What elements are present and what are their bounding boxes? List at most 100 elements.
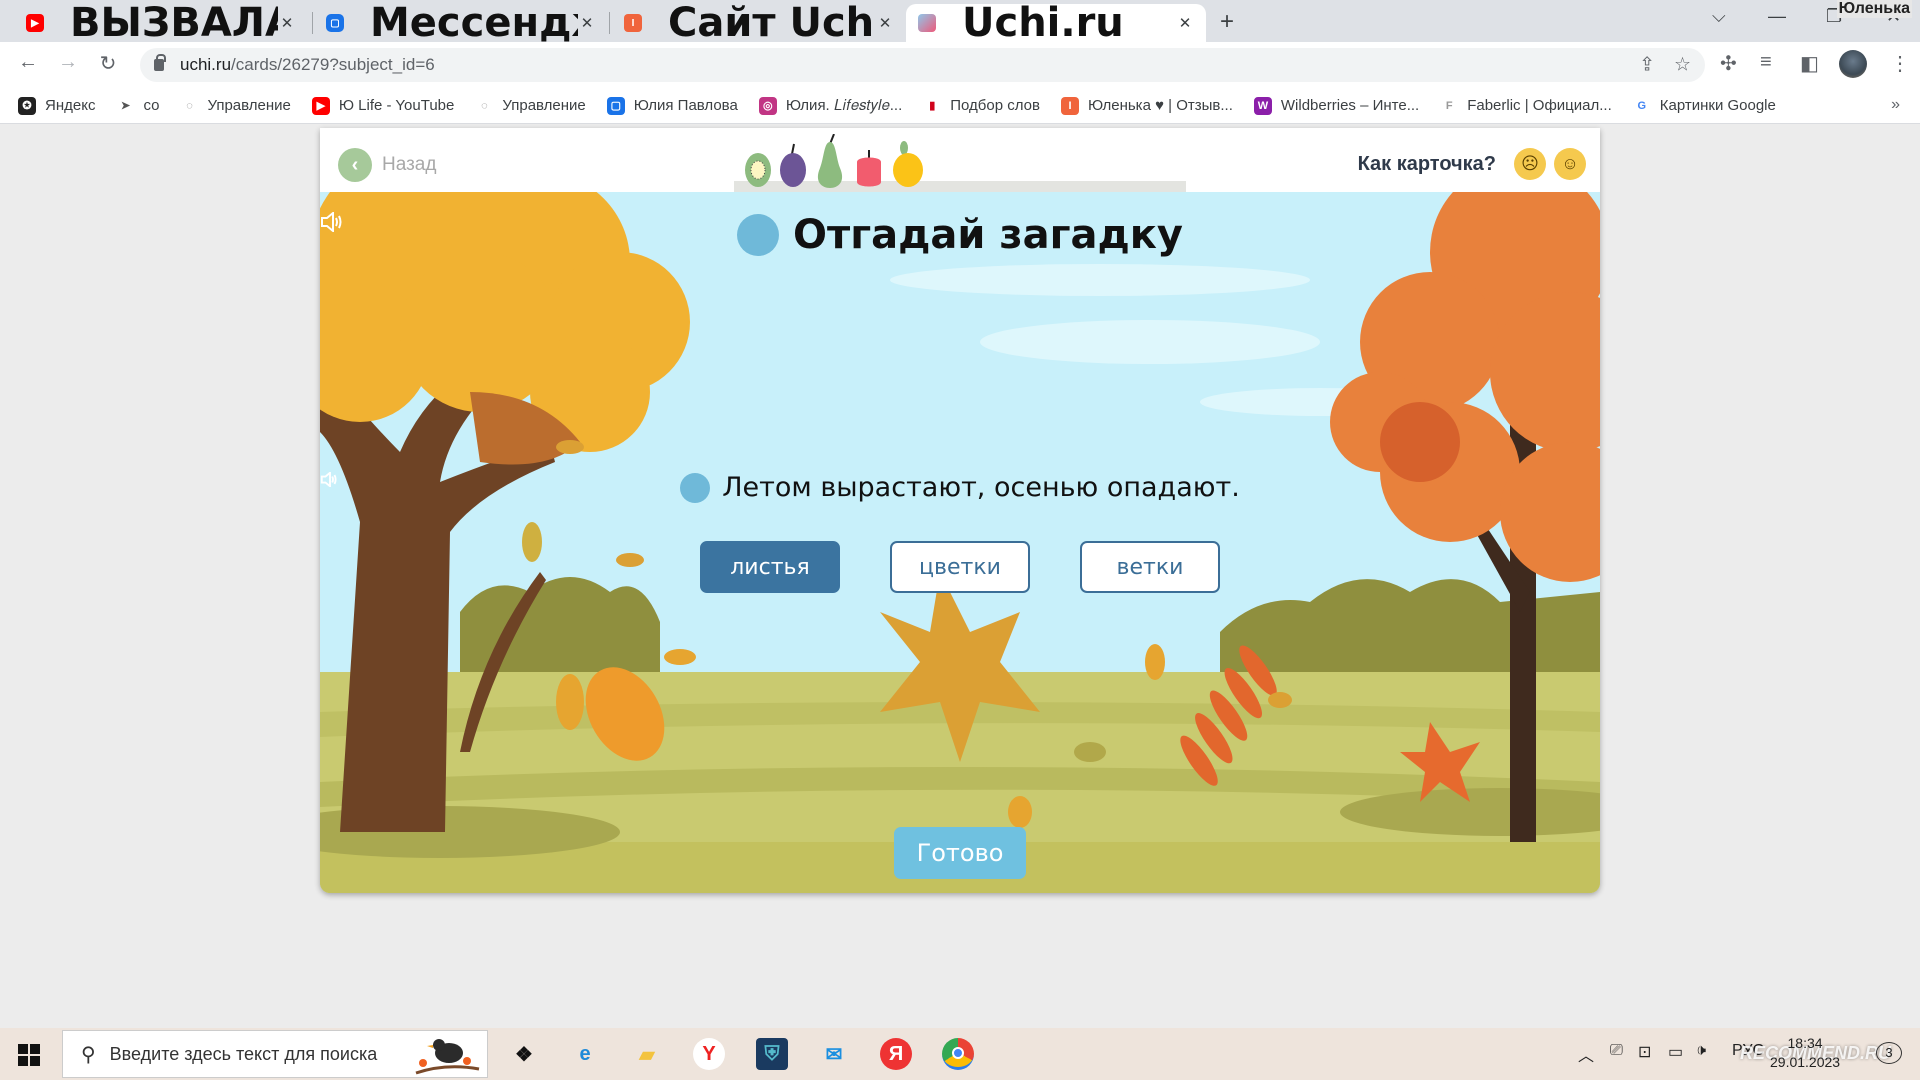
back-arrow-icon[interactable]: ← xyxy=(14,51,42,74)
clock-time: 18:34 xyxy=(1787,1035,1823,1051)
page-title: Отгадай загадку xyxy=(793,212,1183,258)
speaker-icon[interactable] xyxy=(321,212,779,256)
wildberries-icon: W xyxy=(1253,96,1272,115)
tab-title: Мессенджер xyxy=(370,0,578,46)
messenger-icon: ▢ xyxy=(326,14,344,32)
riddle-text: Летом вырастают, осенью опадают. xyxy=(722,472,1240,503)
telegram-icon: ➤ xyxy=(120,100,131,112)
fruit-progress xyxy=(744,134,924,188)
autumn-scene: Отгадай загадку Летом вырастают, осенью … xyxy=(320,192,1600,893)
file-explorer-icon[interactable]: ▰ xyxy=(631,1038,663,1070)
share-icon[interactable]: ⇪ xyxy=(1639,54,1655,77)
google-icon: G xyxy=(1637,99,1647,112)
falling-leaf xyxy=(556,674,584,730)
bookmark-item[interactable]: ▢ Юлия Павлова xyxy=(606,96,738,115)
tab-search-chevron-icon[interactable]: ⌵ xyxy=(1712,6,1726,27)
bookmark-item[interactable]: ▮ Подбор слов xyxy=(923,97,1040,115)
apple-icon xyxy=(857,150,881,187)
answer-button-leaves[interactable]: листья xyxy=(700,541,840,593)
lock-icon xyxy=(154,54,166,71)
tab-uchi-active[interactable]: Uchi.ru ✕ xyxy=(906,0,1206,46)
bookmark-label: Юлия Павлова xyxy=(633,97,738,114)
minimize-icon[interactable]: — xyxy=(1768,6,1786,27)
yandex-browser-icon[interactable]: Y xyxy=(693,1038,725,1070)
bookmark-label: Картинки Google xyxy=(1659,97,1776,114)
bookmark-item[interactable]: ◌ Управление xyxy=(180,97,291,115)
bookmark-label: Faberlic | Официал... xyxy=(1467,97,1612,114)
mail-icon[interactable]: ✉ xyxy=(818,1038,850,1070)
close-tab-icon[interactable]: ✕ xyxy=(1176,14,1194,32)
network-icon[interactable]: ⊡ xyxy=(1638,1042,1651,1062)
sad-face-icon[interactable]: ☹ xyxy=(1514,148,1546,180)
tray-chevron-icon[interactable]: ︿ xyxy=(1578,1042,1594,1066)
falling-leaf xyxy=(1008,796,1032,828)
forward-arrow-icon[interactable]: → xyxy=(54,51,82,74)
bookmarks-overflow-button[interactable]: » xyxy=(1891,96,1900,114)
bookmark-label: Подбор слов xyxy=(950,97,1040,114)
edge-icon[interactable]: e xyxy=(569,1038,601,1070)
close-tab-icon[interactable]: ✕ xyxy=(578,14,596,32)
bookmark-item[interactable]: I Юленька ♥ | Отзыв... xyxy=(1061,96,1233,115)
browser-toolbar: ← → ↻ uchi.ru /cards/26279?subject_id=6 … xyxy=(0,42,1920,88)
menu-dots-icon[interactable]: ⋮ xyxy=(1890,51,1910,76)
clock-date: 29.01.2023 xyxy=(1770,1054,1841,1070)
falling-leaf xyxy=(664,649,696,665)
windows-taskbar: ⚲ Введите здесь текст для поиска ❖ e ▰ Y… xyxy=(0,1028,1920,1080)
bookmark-item[interactable]: ◎ Юлия. 𝐿𝑖𝑓𝑒𝑠𝑡𝑦𝑙𝑒... xyxy=(758,96,902,115)
bookmark-label: Управление xyxy=(502,97,586,114)
bookmark-item[interactable]: ➤ со xyxy=(116,97,160,115)
speaker-icon[interactable] xyxy=(320,472,711,503)
battery-icon[interactable]: ▭ xyxy=(1668,1042,1683,1062)
card-rating: Как карточка? ☹ ☺ xyxy=(1358,148,1586,180)
notification-count[interactable]: 3 xyxy=(1876,1042,1902,1064)
volume-icon[interactable]: 🕩 xyxy=(1696,1042,1706,1060)
otzovik-icon: I xyxy=(1061,96,1079,115)
answer-options: листья цветки ветки xyxy=(320,541,1600,593)
side-panel-icon[interactable]: ◧ xyxy=(1800,51,1819,76)
taskbar-search-input[interactable]: ⚲ Введите здесь текст для поиска xyxy=(62,1030,488,1078)
tab-messenger[interactable]: ▢ Мессенджер ✕ xyxy=(314,0,608,46)
kiwi-icon xyxy=(745,153,771,187)
bookmark-item[interactable]: W Wildberries – Инте... xyxy=(1253,96,1419,115)
falling-leaf xyxy=(556,440,584,454)
done-button[interactable]: Готово xyxy=(894,827,1026,879)
tab-uchi-site[interactable]: I Сайт Uchi.ru - Учи.ру интеракти ✕ xyxy=(612,0,906,46)
media-control-icon[interactable]: ≡ xyxy=(1760,51,1772,74)
riddle-card: ‹ Назад Как карточка? ☹ ☺ Отгадай загадк… xyxy=(320,128,1600,893)
chat-icon: ◌ xyxy=(186,99,193,112)
bookmark-item[interactable]: F Faberlic | Официал... xyxy=(1440,97,1612,115)
yandex-icon[interactable]: Я xyxy=(880,1038,912,1070)
close-tab-icon[interactable]: ✕ xyxy=(876,14,894,32)
bookmark-item[interactable]: ✪ Яндекс xyxy=(18,96,95,115)
bookmark-item[interactable]: ▶ Ю Life - YouTube xyxy=(311,96,454,115)
profile-avatar[interactable] xyxy=(1839,50,1867,78)
answer-button-flowers[interactable]: цветки xyxy=(890,541,1030,593)
windows-start-icon[interactable] xyxy=(18,1044,40,1066)
tab-youtube[interactable]: ▶ ВЫЗВАЛА ПОЛИЦИЮ В ТРЕШ С ✕ xyxy=(14,0,308,46)
search-placeholder: Введите здесь текст для поиска xyxy=(109,1043,378,1064)
bookmark-star-icon[interactable]: ☆ xyxy=(1674,54,1691,77)
messenger-icon: ▢ xyxy=(606,96,625,115)
chrome-icon[interactable] xyxy=(942,1038,974,1070)
profile-name-label: Юленька xyxy=(1836,0,1912,18)
extensions-puzzle-icon[interactable]: ✣ xyxy=(1720,51,1737,76)
answer-button-branches[interactable]: ветки xyxy=(1080,541,1220,593)
bookmark-item[interactable]: G Картинки Google xyxy=(1633,97,1776,115)
new-tab-button[interactable]: + xyxy=(1220,8,1234,36)
dropbox-icon[interactable]: ❖ xyxy=(508,1038,540,1070)
close-tab-icon[interactable]: ✕ xyxy=(278,14,296,32)
back-button[interactable]: ‹ Назад xyxy=(338,148,436,182)
app-shield-icon[interactable]: ⛨ xyxy=(756,1038,788,1070)
uchi-dino-icon xyxy=(918,14,936,32)
chevron-left-icon: ‹ xyxy=(338,148,372,182)
system-clock[interactable]: 18:34 29.01.2023 xyxy=(1770,1034,1840,1072)
reload-icon[interactable]: ↻ xyxy=(94,51,122,76)
bookmark-item[interactable]: ◌ Управление xyxy=(475,97,586,115)
bookmarks-bar: ✪ Яндекс ➤ со ◌ Управление ▶ Ю Life - YouTube ◌ У… xyxy=(0,88,1920,124)
tab-title: ВЫЗВАЛА ПОЛИЦИЮ В ТРЕШ С xyxy=(70,0,278,46)
address-bar[interactable]: uchi.ru /cards/26279?subject_id=6 ⇪ ☆ xyxy=(140,48,1705,82)
camera-icon[interactable]: ⎚ xyxy=(1610,1042,1623,1060)
happy-face-icon[interactable]: ☺ xyxy=(1554,148,1586,180)
search-icon: ⚲ xyxy=(81,1043,96,1066)
back-label: Назад xyxy=(382,154,437,175)
